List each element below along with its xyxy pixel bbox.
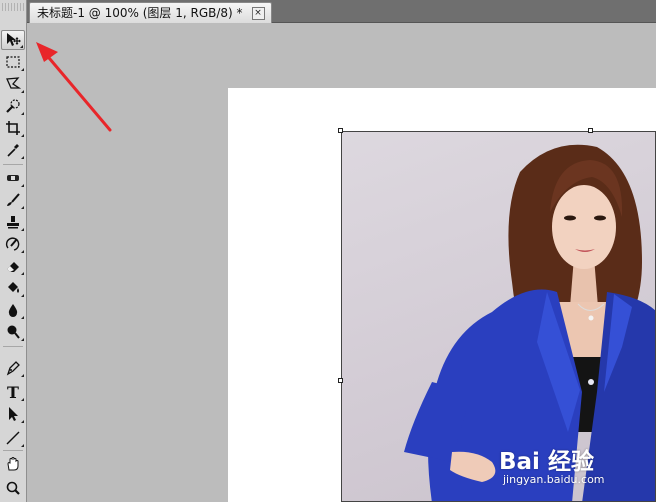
dodge-icon <box>7 325 20 339</box>
line-icon <box>6 431 20 445</box>
crop-tool[interactable] <box>1 118 25 138</box>
watermark-main-text: Bai 经验 <box>499 449 594 475</box>
crop-icon <box>6 121 20 135</box>
eraser-icon <box>7 262 19 272</box>
tools-panel: T <box>0 0 27 502</box>
dodge-tool[interactable] <box>1 322 25 342</box>
blur-tool[interactable] <box>1 300 25 320</box>
tools-separator <box>3 164 23 165</box>
pen-tool[interactable] <box>1 358 25 378</box>
watermark-url: jingyan.baidu.com <box>503 473 605 486</box>
path-select-tool[interactable] <box>1 404 25 424</box>
quick-select-tool[interactable] <box>1 96 25 116</box>
tools-separator <box>3 450 23 451</box>
bandage-icon <box>7 175 19 181</box>
history-brush-tool[interactable] <box>1 234 25 254</box>
eraser-tool[interactable] <box>1 256 25 276</box>
type-icon: T <box>7 382 19 402</box>
brush-tool[interactable] <box>1 190 25 210</box>
type-tool[interactable]: T <box>1 382 25 402</box>
polygon-lasso-icon <box>6 77 21 89</box>
history-brush-icon <box>5 237 20 251</box>
transform-handle-top[interactable] <box>588 128 593 133</box>
annotation-arrow-icon <box>36 42 112 132</box>
document-tab-title: 未标题-1 @ 100% (图层 1, RGB/8) * <box>37 6 243 20</box>
magnifier-icon <box>6 481 20 495</box>
marquee-tool[interactable] <box>1 52 25 72</box>
zoom-tool[interactable] <box>1 478 25 498</box>
transform-handle-left[interactable] <box>338 378 343 383</box>
paint-bucket-tool[interactable] <box>1 278 25 298</box>
hand-icon <box>7 457 19 471</box>
rect-marquee-icon <box>6 56 20 68</box>
eyedropper-icon <box>7 144 19 157</box>
transform-handle-top-left[interactable] <box>338 128 343 133</box>
stamp-icon <box>7 216 19 229</box>
pen-icon <box>6 361 20 376</box>
baidu-watermark: Bai 经验 jingyan.baidu.com <box>499 442 605 486</box>
brush-icon <box>7 193 20 206</box>
bucket-icon <box>8 282 19 293</box>
quick-select-icon <box>6 99 20 113</box>
clone-stamp-tool[interactable] <box>1 212 25 232</box>
lasso-tool[interactable] <box>1 74 25 94</box>
line-tool[interactable] <box>1 428 25 448</box>
healing-brush-tool[interactable] <box>1 168 25 188</box>
tools-separator <box>3 346 23 347</box>
panel-grip[interactable] <box>2 3 24 11</box>
drop-icon <box>8 304 18 317</box>
arrow-icon <box>9 407 18 421</box>
close-icon[interactable]: × <box>251 7 265 20</box>
hand-tool[interactable] <box>1 454 25 474</box>
eyedropper-tool[interactable] <box>1 140 25 160</box>
document-tab-bar: 未标题-1 @ 100% (图层 1, RGB/8) * × <box>27 0 656 23</box>
move-icon <box>7 33 21 46</box>
tool-flyout-indicator <box>20 45 23 48</box>
move-tool[interactable] <box>1 30 25 50</box>
document-tab[interactable]: 未标题-1 @ 100% (图层 1, RGB/8) * × <box>29 2 272 23</box>
